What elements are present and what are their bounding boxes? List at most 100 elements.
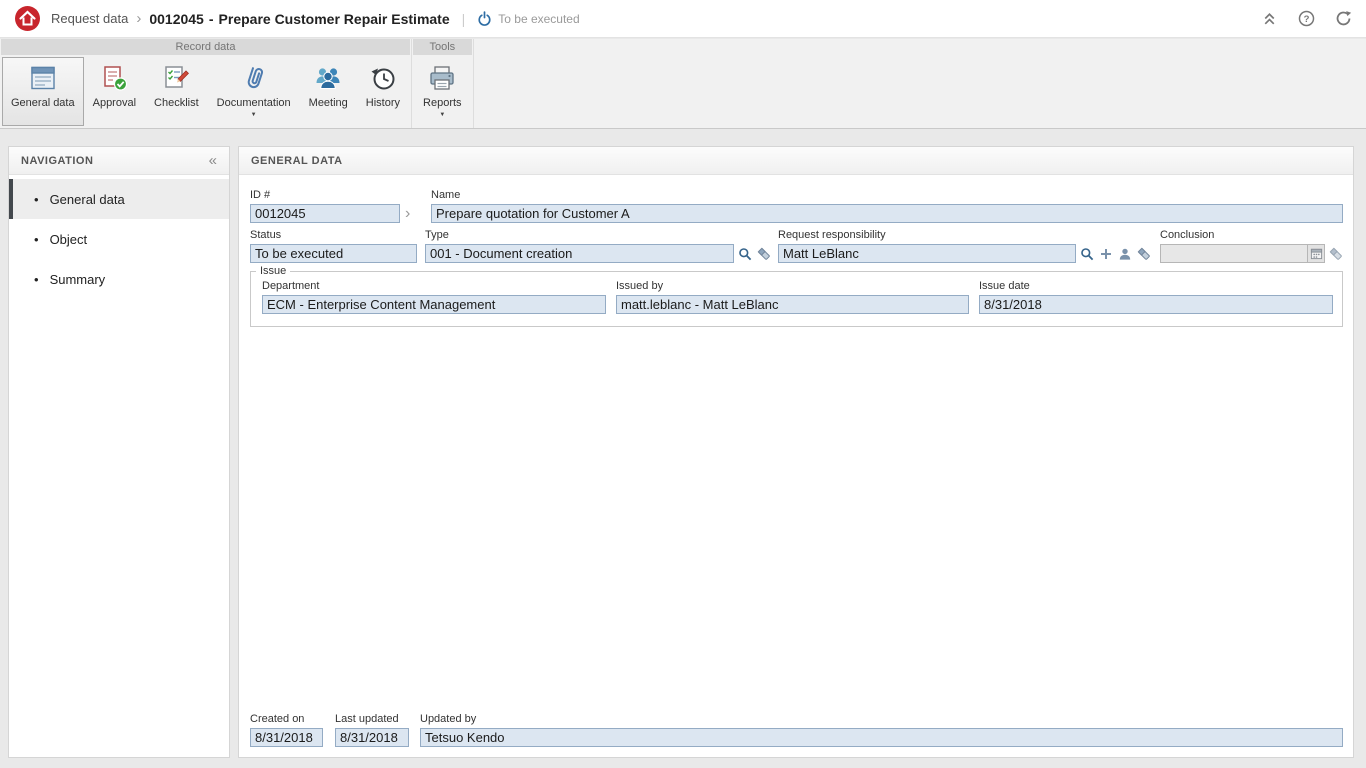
history-clock-icon [368,63,398,93]
ribbon-button-checklist[interactable]: Checklist [145,57,208,126]
sidebar-item-label: Object [50,232,88,247]
field-label: Last updated [335,713,409,726]
issue-date-input[interactable] [979,295,1333,314]
ribbon-button-label: Approval [93,97,136,109]
last-updated-input[interactable] [335,728,409,747]
created-on-input[interactable] [250,728,323,747]
status-power-icon [477,11,492,26]
ribbon-button-documentation[interactable]: Documentation ▼ [208,57,300,126]
collapse-toolbar-icon[interactable] [1261,10,1278,27]
app-logo-icon[interactable] [14,5,41,32]
general-data-form: ID # › Name Status Type [239,175,1353,757]
navigation-panel-title: NAVIGATION [21,155,93,167]
ribbon-group-record-data: Record data General data [0,39,411,128]
id-expand-chevron-icon[interactable]: › [403,204,412,223]
conclusion-clear-eraser-icon[interactable] [1328,246,1344,262]
general-data-icon [28,63,58,93]
sidebar-item-object[interactable]: • Object [9,219,229,259]
responsibility-user-icon[interactable] [1117,246,1133,262]
breadcrumb[interactable]: Request data [51,11,128,26]
field-label: Issued by [616,280,969,293]
record-id: 0012045 [149,11,204,27]
field-label: Updated by [420,713,1343,726]
field-label: Type [425,229,775,242]
ribbon-button-general-data[interactable]: General data [2,57,84,126]
title-separator: - [209,11,214,27]
dropdown-caret-icon: ▼ [251,112,257,118]
ribbon-toolbar: Record data General data [0,39,1366,129]
conclusion-input[interactable] [1160,244,1308,263]
id-input[interactable] [250,204,400,223]
field-name: Name [431,189,1343,223]
responsibility-input[interactable] [778,244,1076,263]
field-issued-by: Issued by [616,280,969,314]
help-icon[interactable]: ? [1298,10,1315,27]
field-updated-by: Updated by [420,713,1343,747]
ribbon-button-history[interactable]: History [357,57,409,126]
issue-fieldset: Issue Department Issued by Issue date [250,265,1343,327]
field-issue-date: Issue date [979,280,1333,314]
refresh-icon[interactable] [1335,10,1352,27]
general-data-panel: GENERAL DATA ID # › Name Status Type [238,146,1354,758]
conclusion-calendar-icon[interactable] [1308,244,1325,263]
ribbon-button-label: Documentation [217,97,291,109]
sidebar-item-general-data[interactable]: • General data [9,179,229,219]
field-label: Name [431,189,1343,202]
field-last-updated: Last updated [335,713,409,747]
issue-legend: Issue [256,265,290,277]
field-label: Issue date [979,280,1333,293]
navigation-panel: NAVIGATION « • General data • Object • S… [8,146,230,758]
svg-text:?: ? [1304,14,1310,25]
breadcrumb-chevron-icon: › [136,10,141,27]
field-label: Status [250,229,417,242]
type-clear-eraser-icon[interactable] [756,246,772,262]
page-title: Prepare Customer Repair Estimate [219,11,450,27]
name-input[interactable] [431,204,1343,223]
issued-by-input[interactable] [616,295,969,314]
field-label: Department [262,280,606,293]
dropdown-caret-icon: ▼ [439,112,445,118]
field-id: ID # › [250,189,426,223]
ribbon-group-label: Record data [1,39,410,55]
field-type: Type [425,229,775,263]
sidebar-item-summary[interactable]: • Summary [9,259,229,299]
field-status: Status [250,229,417,263]
ribbon-button-label: Checklist [154,97,199,109]
ribbon-group-label: Tools [413,39,472,55]
panel-title: GENERAL DATA [251,155,343,167]
status-badge: To be executed [498,12,579,26]
ribbon-button-label: General data [11,97,75,109]
sidebar-item-label: General data [50,192,125,207]
bullet-icon: • [34,232,39,247]
paperclip-icon [239,63,269,93]
type-input[interactable] [425,244,734,263]
top-bar: Request data › 0012045 - Prepare Custome… [0,0,1366,38]
field-label: Created on [250,713,323,726]
topbar-actions: ? [1261,10,1352,27]
ribbon-filler [473,39,1366,128]
ribbon-button-approval[interactable]: Approval [84,57,145,126]
ribbon-group-tools: Tools Reports ▼ [411,39,473,128]
field-request-responsibility: Request responsibility [778,229,1158,263]
sidebar-item-label: Summary [50,272,106,287]
responsibility-clear-eraser-icon[interactable] [1136,246,1152,262]
type-search-icon[interactable] [737,246,753,262]
field-created-on: Created on [250,713,323,747]
updated-by-input[interactable] [420,728,1343,747]
field-conclusion: Conclusion [1160,229,1350,263]
ribbon-button-reports[interactable]: Reports ▼ [414,57,471,126]
ribbon-button-label: Reports [423,97,462,109]
department-input[interactable] [262,295,606,314]
meeting-people-icon [313,63,343,93]
field-label: Conclusion [1160,229,1350,242]
field-label: ID # [250,189,426,202]
ribbon-button-label: Meeting [309,97,348,109]
field-label: Request responsibility [778,229,1158,242]
ribbon-button-meeting[interactable]: Meeting [300,57,357,126]
checklist-icon [161,63,191,93]
responsibility-search-icon[interactable] [1079,246,1095,262]
status-input[interactable] [250,244,417,263]
collapse-nav-icon[interactable]: « [209,153,217,168]
bullet-icon: • [34,272,39,287]
responsibility-add-icon[interactable] [1098,246,1114,262]
